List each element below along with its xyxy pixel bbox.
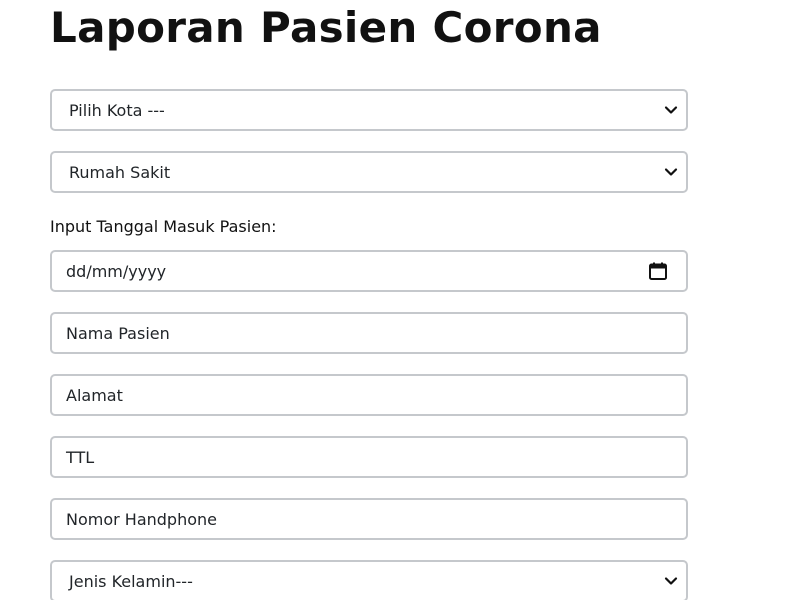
nomor-handphone-placeholder: Nomor Handphone bbox=[66, 509, 217, 529]
ttl-placeholder: TTL bbox=[66, 447, 95, 467]
chevron-down-icon bbox=[664, 574, 678, 588]
report-page: Laporan Pasien Corona Pilih Kota --- Rum… bbox=[0, 0, 800, 600]
alamat-input[interactable]: Alamat bbox=[50, 374, 688, 416]
tanggal-placeholder: dd/mm/yyyy bbox=[66, 261, 167, 281]
chevron-down-icon bbox=[664, 165, 678, 179]
kota-select[interactable]: Pilih Kota --- bbox=[50, 89, 688, 131]
calendar-icon[interactable] bbox=[648, 261, 668, 281]
jenis-kelamin-select[interactable]: Jenis Kelamin--- bbox=[50, 560, 688, 600]
nama-pasien-placeholder: Nama Pasien bbox=[66, 323, 170, 343]
tanggal-masuk-input[interactable]: dd/mm/yyyy bbox=[50, 250, 688, 292]
ttl-input[interactable]: TTL bbox=[50, 436, 688, 478]
tanggal-label: Input Tanggal Masuk Pasien: bbox=[50, 217, 277, 236]
nama-pasien-input[interactable]: Nama Pasien bbox=[50, 312, 688, 354]
nomor-handphone-input[interactable]: Nomor Handphone bbox=[50, 498, 688, 540]
kota-select-value: Pilih Kota --- bbox=[69, 100, 165, 120]
alamat-placeholder: Alamat bbox=[66, 385, 123, 405]
jenis-kelamin-select-value: Jenis Kelamin--- bbox=[69, 571, 193, 591]
chevron-down-icon bbox=[664, 103, 678, 117]
page-title: Laporan Pasien Corona bbox=[50, 3, 602, 52]
rumah-sakit-select-value: Rumah Sakit bbox=[69, 162, 171, 182]
rumah-sakit-select[interactable]: Rumah Sakit bbox=[50, 151, 688, 193]
